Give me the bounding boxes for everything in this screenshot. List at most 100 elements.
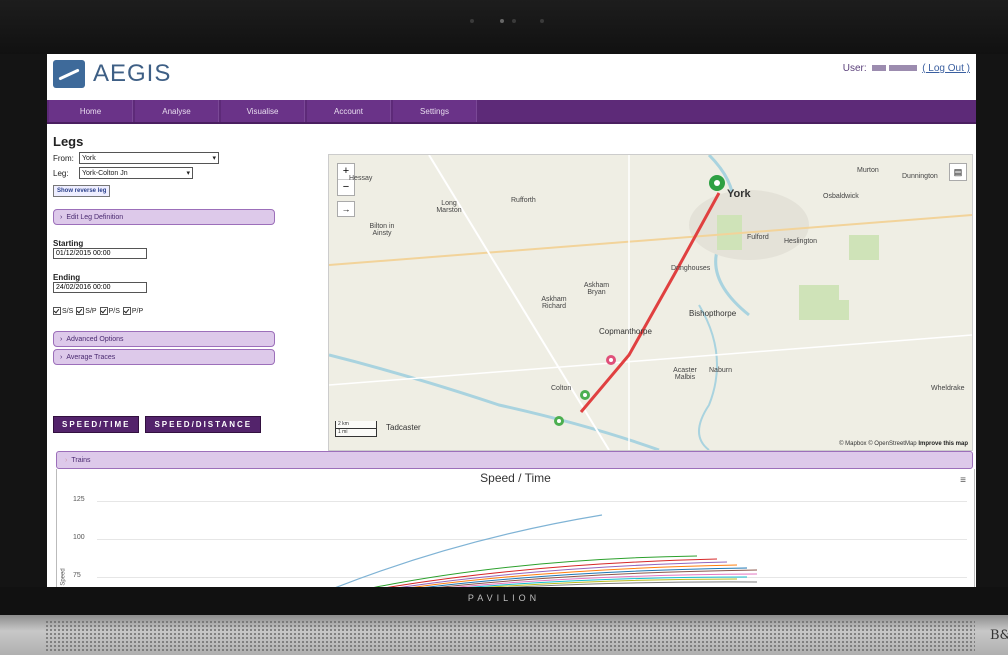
edit-leg-label: Edit Leg Definition <box>66 213 124 221</box>
checkbox-pp[interactable]: P/P <box>122 307 144 315</box>
map-label: Dringhouses <box>671 265 711 272</box>
checkbox-ps[interactable]: P/S <box>99 307 120 315</box>
checkbox-ps-box[interactable] <box>99 307 108 315</box>
map-label: Hessay <box>349 175 373 182</box>
checkbox-pp-label: P/P <box>131 307 144 315</box>
map-label: Askham Richard <box>541 296 567 310</box>
map-canvas[interactable] <box>329 155 972 450</box>
scale-mi: 1 mi <box>335 429 377 437</box>
map-label: Dunnington <box>902 173 938 180</box>
user-label: User: <box>842 63 867 74</box>
starting-input[interactable]: 01/12/2015 00:00 <box>53 248 147 259</box>
aegis-logo-icon <box>53 60 85 88</box>
map-label: Wheldrake <box>931 385 965 392</box>
checkbox-ss-box[interactable] <box>53 307 61 315</box>
ending-label: Ending <box>53 273 81 282</box>
brand-label: PAVILION <box>467 593 541 603</box>
leg-row: Leg: York-Colton Jn ▾ <box>53 167 283 179</box>
map-label: Copmanthorpe <box>599 327 652 336</box>
chevron-right-icon: › <box>60 335 63 343</box>
average-traces-toggle[interactable]: › Average Traces <box>53 349 275 365</box>
map-label: Tadcaster <box>386 423 421 432</box>
from-row: From: York ▾ <box>53 152 283 164</box>
speed-time-chart: Speed / Time ≡ 125 100 75 Speed <box>56 469 975 587</box>
average-traces-label: Average Traces <box>66 353 116 361</box>
trains-panel: › Trains Speed / Time ≡ 125 100 75 Speed <box>56 451 975 587</box>
fullscreen-icon[interactable]: → <box>337 201 355 217</box>
leg-select[interactable]: York-Colton Jn ▾ <box>79 167 193 179</box>
scale-km: 2 km <box>335 421 377 429</box>
direction-checkboxes: S/S S/P P/S P/P <box>53 307 283 315</box>
nav-analyse[interactable]: Analyse <box>135 100 219 122</box>
map-scale: 2 km 1 mi <box>335 421 377 437</box>
redacted-username <box>872 65 887 71</box>
from-value: York <box>82 154 96 162</box>
app-header: AEGIS User: ( Log Out ) <box>47 54 976 96</box>
map-label: Heslington <box>784 238 818 245</box>
chevron-down-icon: ▾ <box>186 170 190 177</box>
checkbox-ps-label: P/S <box>108 307 120 315</box>
bezel-top <box>0 0 1008 54</box>
webcam-dot <box>540 19 544 23</box>
webcam-lens <box>500 19 504 23</box>
webcam-dot <box>470 19 474 23</box>
map-label: Bishopthorpe <box>689 309 737 318</box>
improve-map-link[interactable]: Improve this map <box>918 441 968 447</box>
checkbox-pp-box[interactable] <box>122 307 131 315</box>
map-label: Osbaldwick <box>823 193 859 200</box>
redacted-username <box>889 65 918 71</box>
advanced-options-toggle[interactable]: › Advanced Options <box>53 331 275 347</box>
map-label: Long Marston <box>436 200 462 214</box>
checkbox-ss[interactable]: S/S <box>53 307 73 315</box>
aegis-logo[interactable]: AEGIS <box>53 60 171 88</box>
nav-visualise[interactable]: Visualise <box>221 100 305 122</box>
speed-distance-button[interactable]: SPEED/DISTANCE <box>145 416 262 433</box>
chevron-down-icon: ▾ <box>212 155 216 162</box>
checkbox-sp-box[interactable] <box>76 307 85 315</box>
checkbox-sp[interactable]: S/P <box>76 307 97 315</box>
chevron-right-icon: › <box>60 353 63 361</box>
starting-label: Starting <box>53 239 84 248</box>
zoom-out-button[interactable]: − <box>338 180 354 195</box>
logout-link[interactable]: ( Log Out ) <box>922 63 970 74</box>
show-reverse-leg-button[interactable]: Show reverse leg <box>53 185 111 197</box>
map-label: Naburn <box>709 367 732 374</box>
checkbox-sp-label: S/P <box>85 307 97 315</box>
map-label: Askham Bryan <box>583 282 610 296</box>
chevron-right-icon: › <box>60 213 63 221</box>
map-label: Colton <box>551 385 572 392</box>
legs-title: Legs <box>53 134 84 149</box>
route-map[interactable]: + − → ▤ York Murton Dunnington Osbaldwic… <box>328 154 973 451</box>
webcam-dot <box>512 19 516 23</box>
trains-toggle[interactable]: › Trains <box>56 451 973 469</box>
map-label: Acaster Malbis <box>673 367 697 381</box>
map-label: Rufforth <box>511 197 536 204</box>
layers-icon[interactable]: ▤ <box>949 163 967 181</box>
main-nav: Home Analyse Visualise Account Settings <box>47 100 976 124</box>
leg-label: Leg: <box>53 168 69 178</box>
edit-leg-definition-toggle[interactable]: › Edit Leg Definition <box>53 209 275 225</box>
laptop-bezel: AEGIS User: ( Log Out ) Home Analyse Vis… <box>0 0 1008 655</box>
app-screen: AEGIS User: ( Log Out ) Home Analyse Vis… <box>47 54 976 587</box>
nav-account[interactable]: Account <box>307 100 391 122</box>
attribution-text: © Mapbox © OpenStreetMap <box>839 441 917 447</box>
map-label: Fulford <box>747 234 769 241</box>
speed-traces <box>335 514 758 587</box>
bo-logo: B&O <box>990 628 1008 643</box>
from-label: From: <box>53 153 74 163</box>
chart-mode-buttons: SPEED/TIME SPEED/DISTANCE <box>53 416 262 433</box>
nav-home[interactable]: Home <box>49 100 133 122</box>
checkbox-ss-label: S/S <box>62 307 74 315</box>
nav-settings[interactable]: Settings <box>393 100 477 122</box>
chevron-right-icon: › <box>65 456 68 464</box>
advanced-options-label: Advanced Options <box>66 335 124 343</box>
from-select[interactable]: York ▾ <box>79 152 219 164</box>
user-bar: User: ( Log Out ) <box>843 63 970 74</box>
map-attribution: © Mapbox © OpenStreetMap Improve this ma… <box>839 441 968 447</box>
legs-panel: Legs From: York ▾ Leg: York-Colton Jn ▾ … <box>53 134 283 365</box>
ending-input[interactable]: 24/02/2016 00:00 <box>53 282 147 293</box>
logo-text: AEGIS <box>93 60 172 87</box>
map-label: Murton <box>857 167 879 174</box>
speed-time-button[interactable]: SPEED/TIME <box>53 416 140 433</box>
